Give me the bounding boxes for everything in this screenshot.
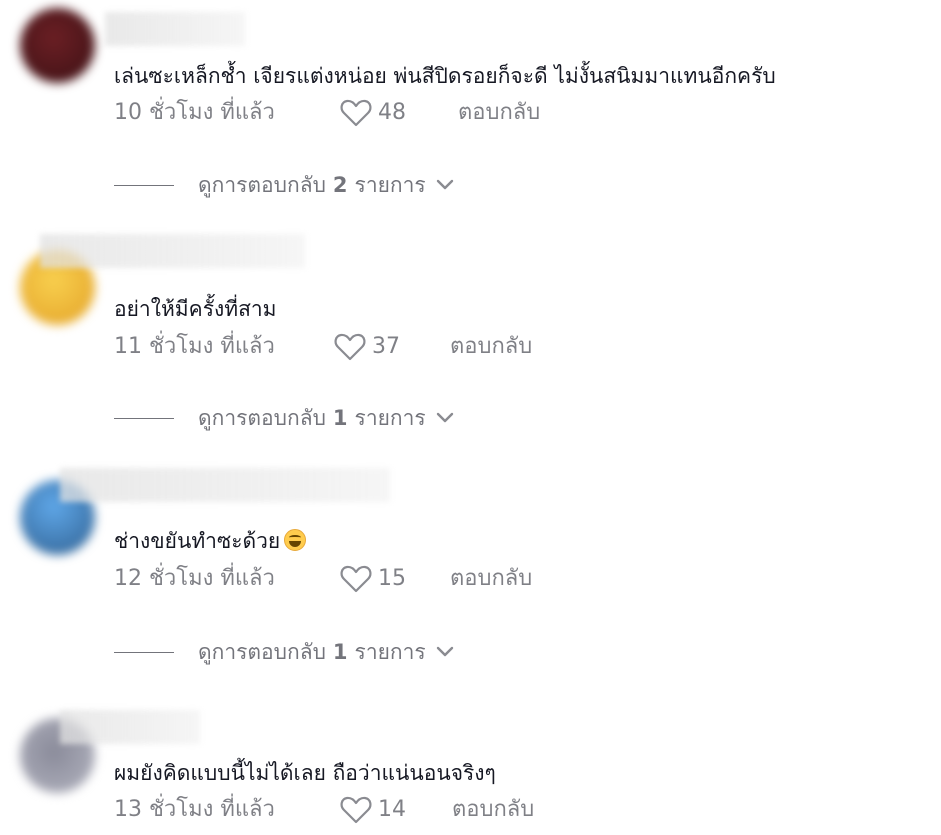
reply-button[interactable]: ตอบกลับ	[450, 564, 532, 594]
like-count: 37	[372, 334, 400, 359]
comment-time: 13 ชั่วโมง ที่แล้ว	[114, 797, 275, 822]
heart-outline-icon	[340, 796, 372, 824]
comment-text: เล่นซะเหล็กช้ำ เจียรแต่งหน่อย พ่นสีปิดรอ…	[114, 64, 776, 88]
reply-count: 2	[332, 173, 348, 197]
divider-line	[114, 651, 174, 653]
view-replies-suffix: รายการ	[354, 639, 426, 664]
heart-outline-icon	[334, 333, 366, 361]
reply-count: 1	[332, 640, 348, 664]
like-button[interactable]: 15	[340, 564, 406, 594]
like-button[interactable]: 48	[340, 98, 406, 128]
like-button[interactable]: 37	[334, 332, 400, 362]
comment-time: 11 ชั่วโมง ที่แล้ว	[114, 334, 275, 359]
comment-meta: 10 ชั่วโมง ที่แล้ว 48 ตอบกลับ	[114, 98, 614, 128]
comment-meta: 11 ชั่วโมง ที่แล้ว 37 ตอบกลับ	[114, 332, 614, 362]
reply-count: 1	[332, 406, 348, 430]
view-replies-button[interactable]: ดูการตอบกลับ 2 รายการ	[114, 170, 454, 200]
comment-time: 10 ชั่วโมง ที่แล้ว	[114, 100, 275, 125]
reply-button[interactable]: ตอบกลับ	[452, 795, 534, 825]
like-button[interactable]: 14	[340, 795, 406, 825]
username-blurred[interactable]	[60, 710, 200, 744]
view-replies-button[interactable]: ดูการตอบกลับ 1 รายการ	[114, 637, 454, 667]
username-blurred[interactable]	[105, 12, 245, 46]
chevron-down-icon	[436, 179, 453, 190]
face-with-tears-of-joy-icon	[284, 529, 307, 551]
view-replies-suffix: รายการ	[354, 405, 426, 430]
view-replies-prefix: ดูการตอบกลับ	[198, 172, 326, 197]
chevron-down-icon	[436, 646, 453, 657]
chevron-down-icon	[436, 412, 453, 423]
divider-line	[114, 184, 174, 186]
like-count: 15	[378, 566, 406, 591]
view-replies-button[interactable]: ดูการตอบกลับ 1 รายการ	[114, 403, 454, 433]
reply-button[interactable]: ตอบกลับ	[450, 332, 532, 362]
comment-meta: 12 ชั่วโมง ที่แล้ว 15 ตอบกลับ	[114, 564, 614, 594]
view-replies-prefix: ดูการตอบกลับ	[198, 405, 326, 430]
heart-outline-icon	[340, 565, 372, 593]
heart-outline-icon	[340, 99, 372, 127]
avatar[interactable]	[20, 8, 95, 83]
comment-text: ผมยังคิดแบบนี้ไม่ได้เลย ถือว่าแน่นอนจริง…	[114, 761, 496, 785]
username-blurred[interactable]	[60, 468, 390, 502]
comment-time: 12 ชั่วโมง ที่แล้ว	[114, 566, 275, 591]
like-count: 48	[378, 100, 406, 125]
comment-text: อย่าให้มีครั้งที่สาม	[114, 297, 277, 321]
comment-text: ช่างขยันทำซะด้วย	[114, 526, 307, 556]
comment-text-content: ช่างขยันทำซะด้วย	[114, 529, 281, 553]
comment-meta: 13 ชั่วโมง ที่แล้ว 14 ตอบกลับ	[114, 795, 614, 825]
reply-button[interactable]: ตอบกลับ	[458, 98, 540, 128]
like-count: 14	[378, 797, 406, 822]
view-replies-suffix: รายการ	[354, 172, 426, 197]
view-replies-prefix: ดูการตอบกลับ	[198, 639, 326, 664]
username-blurred[interactable]	[40, 234, 305, 268]
divider-line	[114, 417, 174, 419]
